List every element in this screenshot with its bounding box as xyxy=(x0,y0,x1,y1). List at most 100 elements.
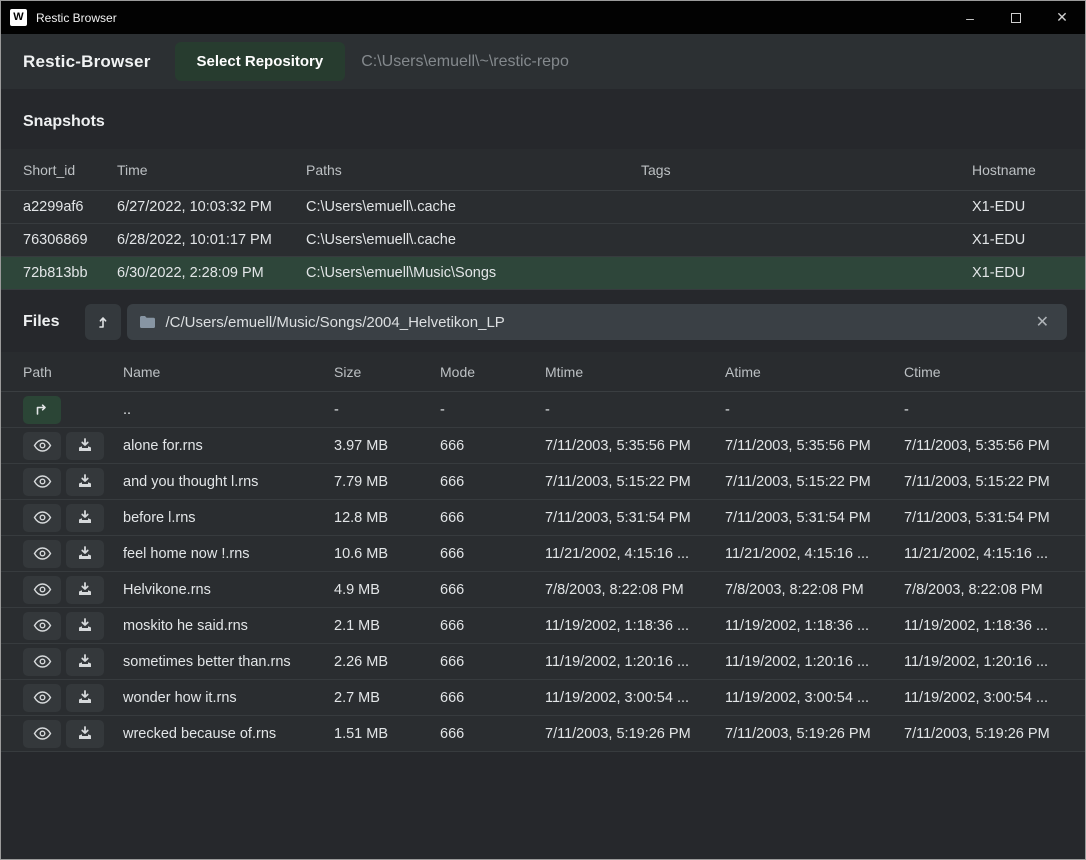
download-file-button[interactable] xyxy=(66,468,104,496)
download-icon xyxy=(77,474,93,489)
snapshot-time: 6/28/2022, 10:01:17 PM xyxy=(117,232,306,248)
snapshot-row-selected[interactable]: 72b813bb 6/30/2022, 2:28:09 PM C:\Users\… xyxy=(1,257,1085,290)
col-mtime: Mtime xyxy=(545,364,725,380)
file-mode: 666 xyxy=(440,438,545,454)
snapshot-short-id: 72b813bb xyxy=(23,265,117,281)
file-name[interactable]: Helvikone.rns xyxy=(123,582,334,598)
eye-icon xyxy=(33,439,52,452)
wails-logo-icon: W xyxy=(10,9,27,26)
snapshots-header-row: Short_id Time Paths Tags Hostname xyxy=(1,149,1085,191)
parent-directory-button[interactable] xyxy=(85,304,121,340)
file-name[interactable]: wonder how it.rns xyxy=(123,690,334,706)
file-mode: 666 xyxy=(440,582,545,598)
close-icon: ✕ xyxy=(1056,9,1068,26)
minimize-button[interactable]: – xyxy=(947,1,993,34)
snapshot-hostname: X1-EDU xyxy=(972,265,1067,281)
preview-file-button[interactable] xyxy=(23,432,61,460)
preview-file-button[interactable] xyxy=(23,468,61,496)
file-mode: - xyxy=(440,402,545,418)
download-icon xyxy=(77,438,93,453)
download-icon xyxy=(77,726,93,741)
snapshot-short-id: 76306869 xyxy=(23,232,117,248)
file-name[interactable]: .. xyxy=(123,402,334,418)
download-file-button[interactable] xyxy=(66,648,104,676)
download-file-button[interactable] xyxy=(66,720,104,748)
file-atime: 7/11/2003, 5:15:22 PM xyxy=(725,474,904,490)
maximize-button[interactable] xyxy=(993,1,1039,34)
file-name[interactable]: feel home now !.rns xyxy=(123,546,334,562)
snapshots-table: Short_id Time Paths Tags Hostname a2299a… xyxy=(1,149,1085,290)
file-mtime: 11/21/2002, 4:15:16 ... xyxy=(545,546,725,562)
download-file-button[interactable] xyxy=(66,540,104,568)
download-file-button[interactable] xyxy=(66,432,104,460)
eye-icon xyxy=(33,655,52,668)
download-icon xyxy=(77,546,93,561)
file-name[interactable]: wrecked because of.rns xyxy=(123,726,334,742)
snapshot-paths: C:\Users\emuell\.cache xyxy=(306,232,641,248)
file-ctime: - xyxy=(904,402,1079,418)
download-file-button[interactable] xyxy=(66,504,104,532)
col-path: Path xyxy=(23,364,123,380)
preview-file-button[interactable] xyxy=(23,576,61,604)
snapshot-row[interactable]: 76306869 6/28/2022, 10:01:17 PM C:\Users… xyxy=(1,224,1085,257)
download-icon xyxy=(77,582,93,597)
file-atime: 11/19/2002, 1:20:16 ... xyxy=(725,654,904,670)
file-name[interactable]: and you thought l.rns xyxy=(123,474,334,490)
preview-file-button[interactable] xyxy=(23,540,61,568)
file-name[interactable]: alone for.rns xyxy=(123,438,334,454)
eye-icon xyxy=(33,619,52,632)
file-mode: 666 xyxy=(440,726,545,742)
download-file-button[interactable] xyxy=(66,576,104,604)
current-path-bar[interactable]: /C/Users/emuell/Music/Songs/2004_Helveti… xyxy=(127,304,1067,340)
file-mtime: 7/11/2003, 5:19:26 PM xyxy=(545,726,725,742)
preview-file-button[interactable] xyxy=(23,684,61,712)
file-size: 7.79 MB xyxy=(334,474,440,490)
file-mode: 666 xyxy=(440,474,545,490)
window-title: Restic Browser xyxy=(36,11,117,25)
close-icon: ✕ xyxy=(1036,314,1049,331)
select-repository-button[interactable]: Select Repository xyxy=(175,42,346,81)
file-mode: 666 xyxy=(440,618,545,634)
files-heading: Files xyxy=(23,313,59,331)
col-ctime: Ctime xyxy=(904,364,1079,380)
file-ctime: 7/11/2003, 5:15:22 PM xyxy=(904,474,1079,490)
file-mtime: 7/8/2003, 8:22:08 PM xyxy=(545,582,725,598)
file-name[interactable]: moskito he said.rns xyxy=(123,618,334,634)
file-mtime: 11/19/2002, 1:20:16 ... xyxy=(545,654,725,670)
file-size: 4.9 MB xyxy=(334,582,440,598)
preview-file-button[interactable] xyxy=(23,720,61,748)
snapshots-heading: Snapshots xyxy=(23,113,1085,131)
close-button[interactable]: ✕ xyxy=(1039,1,1085,34)
go-up-button[interactable] xyxy=(23,396,61,424)
file-row: and you thought l.rns 7.79 MB 666 7/11/2… xyxy=(1,464,1085,500)
file-atime: 11/19/2002, 1:18:36 ... xyxy=(725,618,904,634)
clear-path-button[interactable]: ✕ xyxy=(1030,310,1055,334)
preview-file-button[interactable] xyxy=(23,504,61,532)
preview-file-button[interactable] xyxy=(23,648,61,676)
download-icon xyxy=(77,510,93,525)
file-row: sometimes better than.rns 2.26 MB 666 11… xyxy=(1,644,1085,680)
download-file-button[interactable] xyxy=(66,612,104,640)
file-name[interactable]: sometimes better than.rns xyxy=(123,654,334,670)
snapshot-row[interactable]: a2299af6 6/27/2022, 10:03:32 PM C:\Users… xyxy=(1,191,1085,224)
col-short-id: Short_id xyxy=(23,162,117,178)
download-icon xyxy=(77,654,93,669)
file-ctime: 7/11/2003, 5:19:26 PM xyxy=(904,726,1079,742)
eye-icon xyxy=(33,583,52,596)
app-window: W Restic Browser – ✕ Restic-Browser Sele… xyxy=(0,0,1086,860)
snapshot-paths: C:\Users\emuell\Music\Songs xyxy=(306,265,641,281)
col-size: Size xyxy=(334,364,440,380)
file-ctime: 11/21/2002, 4:15:16 ... xyxy=(904,546,1079,562)
eye-icon xyxy=(33,547,52,560)
preview-file-button[interactable] xyxy=(23,612,61,640)
files-bar: Files /C/Users/emuell/Music/Songs/2004_H… xyxy=(1,304,1085,340)
download-file-button[interactable] xyxy=(66,684,104,712)
file-atime: 11/21/2002, 4:15:16 ... xyxy=(725,546,904,562)
file-name[interactable]: before l.rns xyxy=(123,510,334,526)
file-mode: 666 xyxy=(440,510,545,526)
file-rows: alone for.rns 3.97 MB 666 7/11/2003, 5:3… xyxy=(1,428,1085,752)
file-size: 3.97 MB xyxy=(334,438,440,454)
download-icon xyxy=(77,690,93,705)
file-mtime: 7/11/2003, 5:15:22 PM xyxy=(545,474,725,490)
file-row: feel home now !.rns 10.6 MB 666 11/21/20… xyxy=(1,536,1085,572)
